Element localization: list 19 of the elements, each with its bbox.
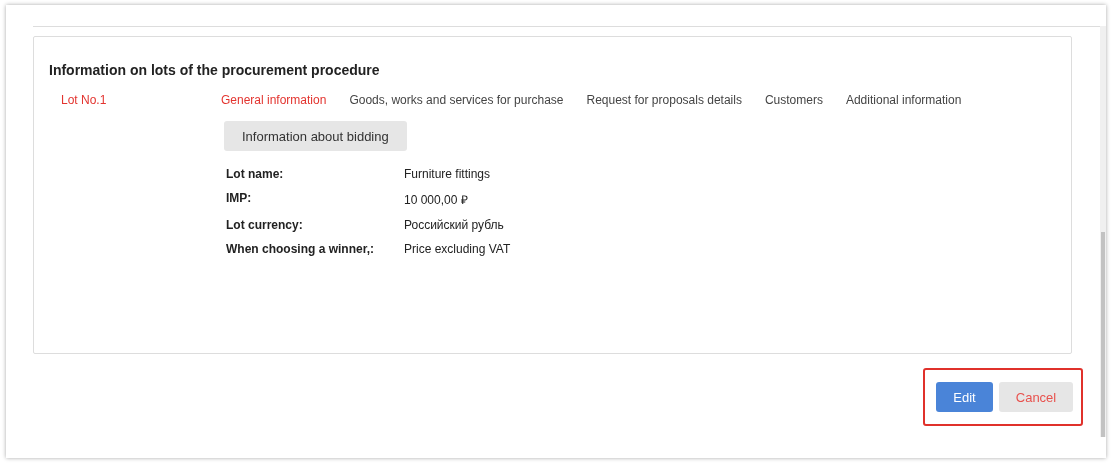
bidding-info-button[interactable]: Information about bidding — [224, 121, 407, 151]
section-tab[interactable]: Customers — [764, 93, 823, 107]
field-label: Lot name: — [226, 167, 285, 181]
section-tab[interactable]: Additional information — [845, 93, 962, 107]
section-tab[interactable]: General information — [221, 93, 327, 107]
edit-button[interactable]: Edit — [936, 382, 993, 412]
panel-title: Information on lots of the procurement procedure — [49, 62, 381, 79]
field-label: Lot currency: — [226, 218, 304, 232]
lot-tab[interactable]: Lot No.1 — [61, 93, 107, 107]
scrollbar[interactable] — [1100, 26, 1106, 437]
scrollbar-thumb[interactable] — [1101, 232, 1105, 437]
field-value: 10 000,00 ₽ — [404, 192, 469, 208]
section-tab[interactable]: Goods, works and services for purchase — [349, 93, 564, 107]
field-value: Price excluding VAT — [404, 242, 512, 256]
field-value: Российский рубль — [404, 218, 505, 232]
field-label: When choosing a winner,: — [226, 242, 375, 256]
field-label: IMP: — [226, 191, 253, 207]
field-value: Furniture fittings — [404, 167, 492, 181]
section-tab[interactable]: Request for proposals details — [586, 93, 742, 107]
